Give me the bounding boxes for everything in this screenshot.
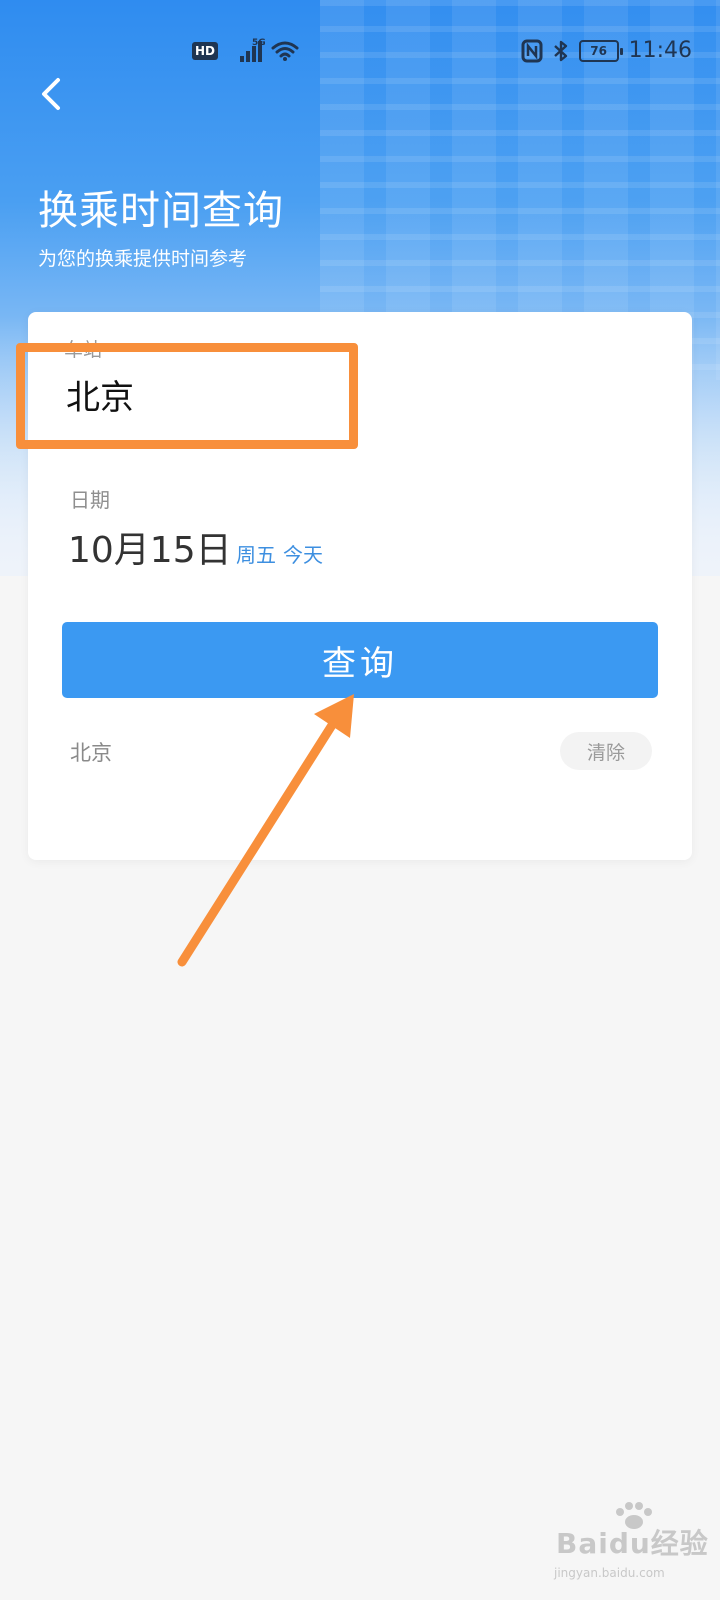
page-subtitle: 为您的换乘提供时间参考: [38, 248, 248, 270]
status-bar: HD 5G 76 11:46: [0, 0, 720, 104]
chevron-left-icon: [42, 78, 60, 110]
date-today-badge: 今天: [283, 543, 323, 567]
date-weekday: 周五: [236, 543, 276, 567]
annotation-highlight-box: [16, 343, 358, 449]
status-time: 11:46: [628, 38, 692, 63]
query-button[interactable]: 查询: [62, 622, 658, 698]
nfc-icon: [521, 39, 543, 62]
bluetooth-icon: [553, 40, 567, 61]
history-item[interactable]: 北京: [70, 739, 112, 767]
page-title: 换乘时间查询: [38, 188, 284, 234]
back-button[interactable]: [32, 72, 76, 116]
watermark-logo: Baidu经验: [556, 1527, 709, 1560]
watermark-url: jingyan.baidu.com: [554, 1566, 665, 1580]
clear-history-button[interactable]: 清除: [560, 732, 652, 770]
signal-icon: 5G: [226, 38, 266, 62]
date-field[interactable]: 10月15日: [68, 527, 232, 575]
hd-icon: HD: [192, 42, 219, 60]
date-label: 日期: [70, 488, 110, 512]
battery-icon: 76: [578, 39, 623, 62]
wifi-icon: [271, 41, 299, 61]
